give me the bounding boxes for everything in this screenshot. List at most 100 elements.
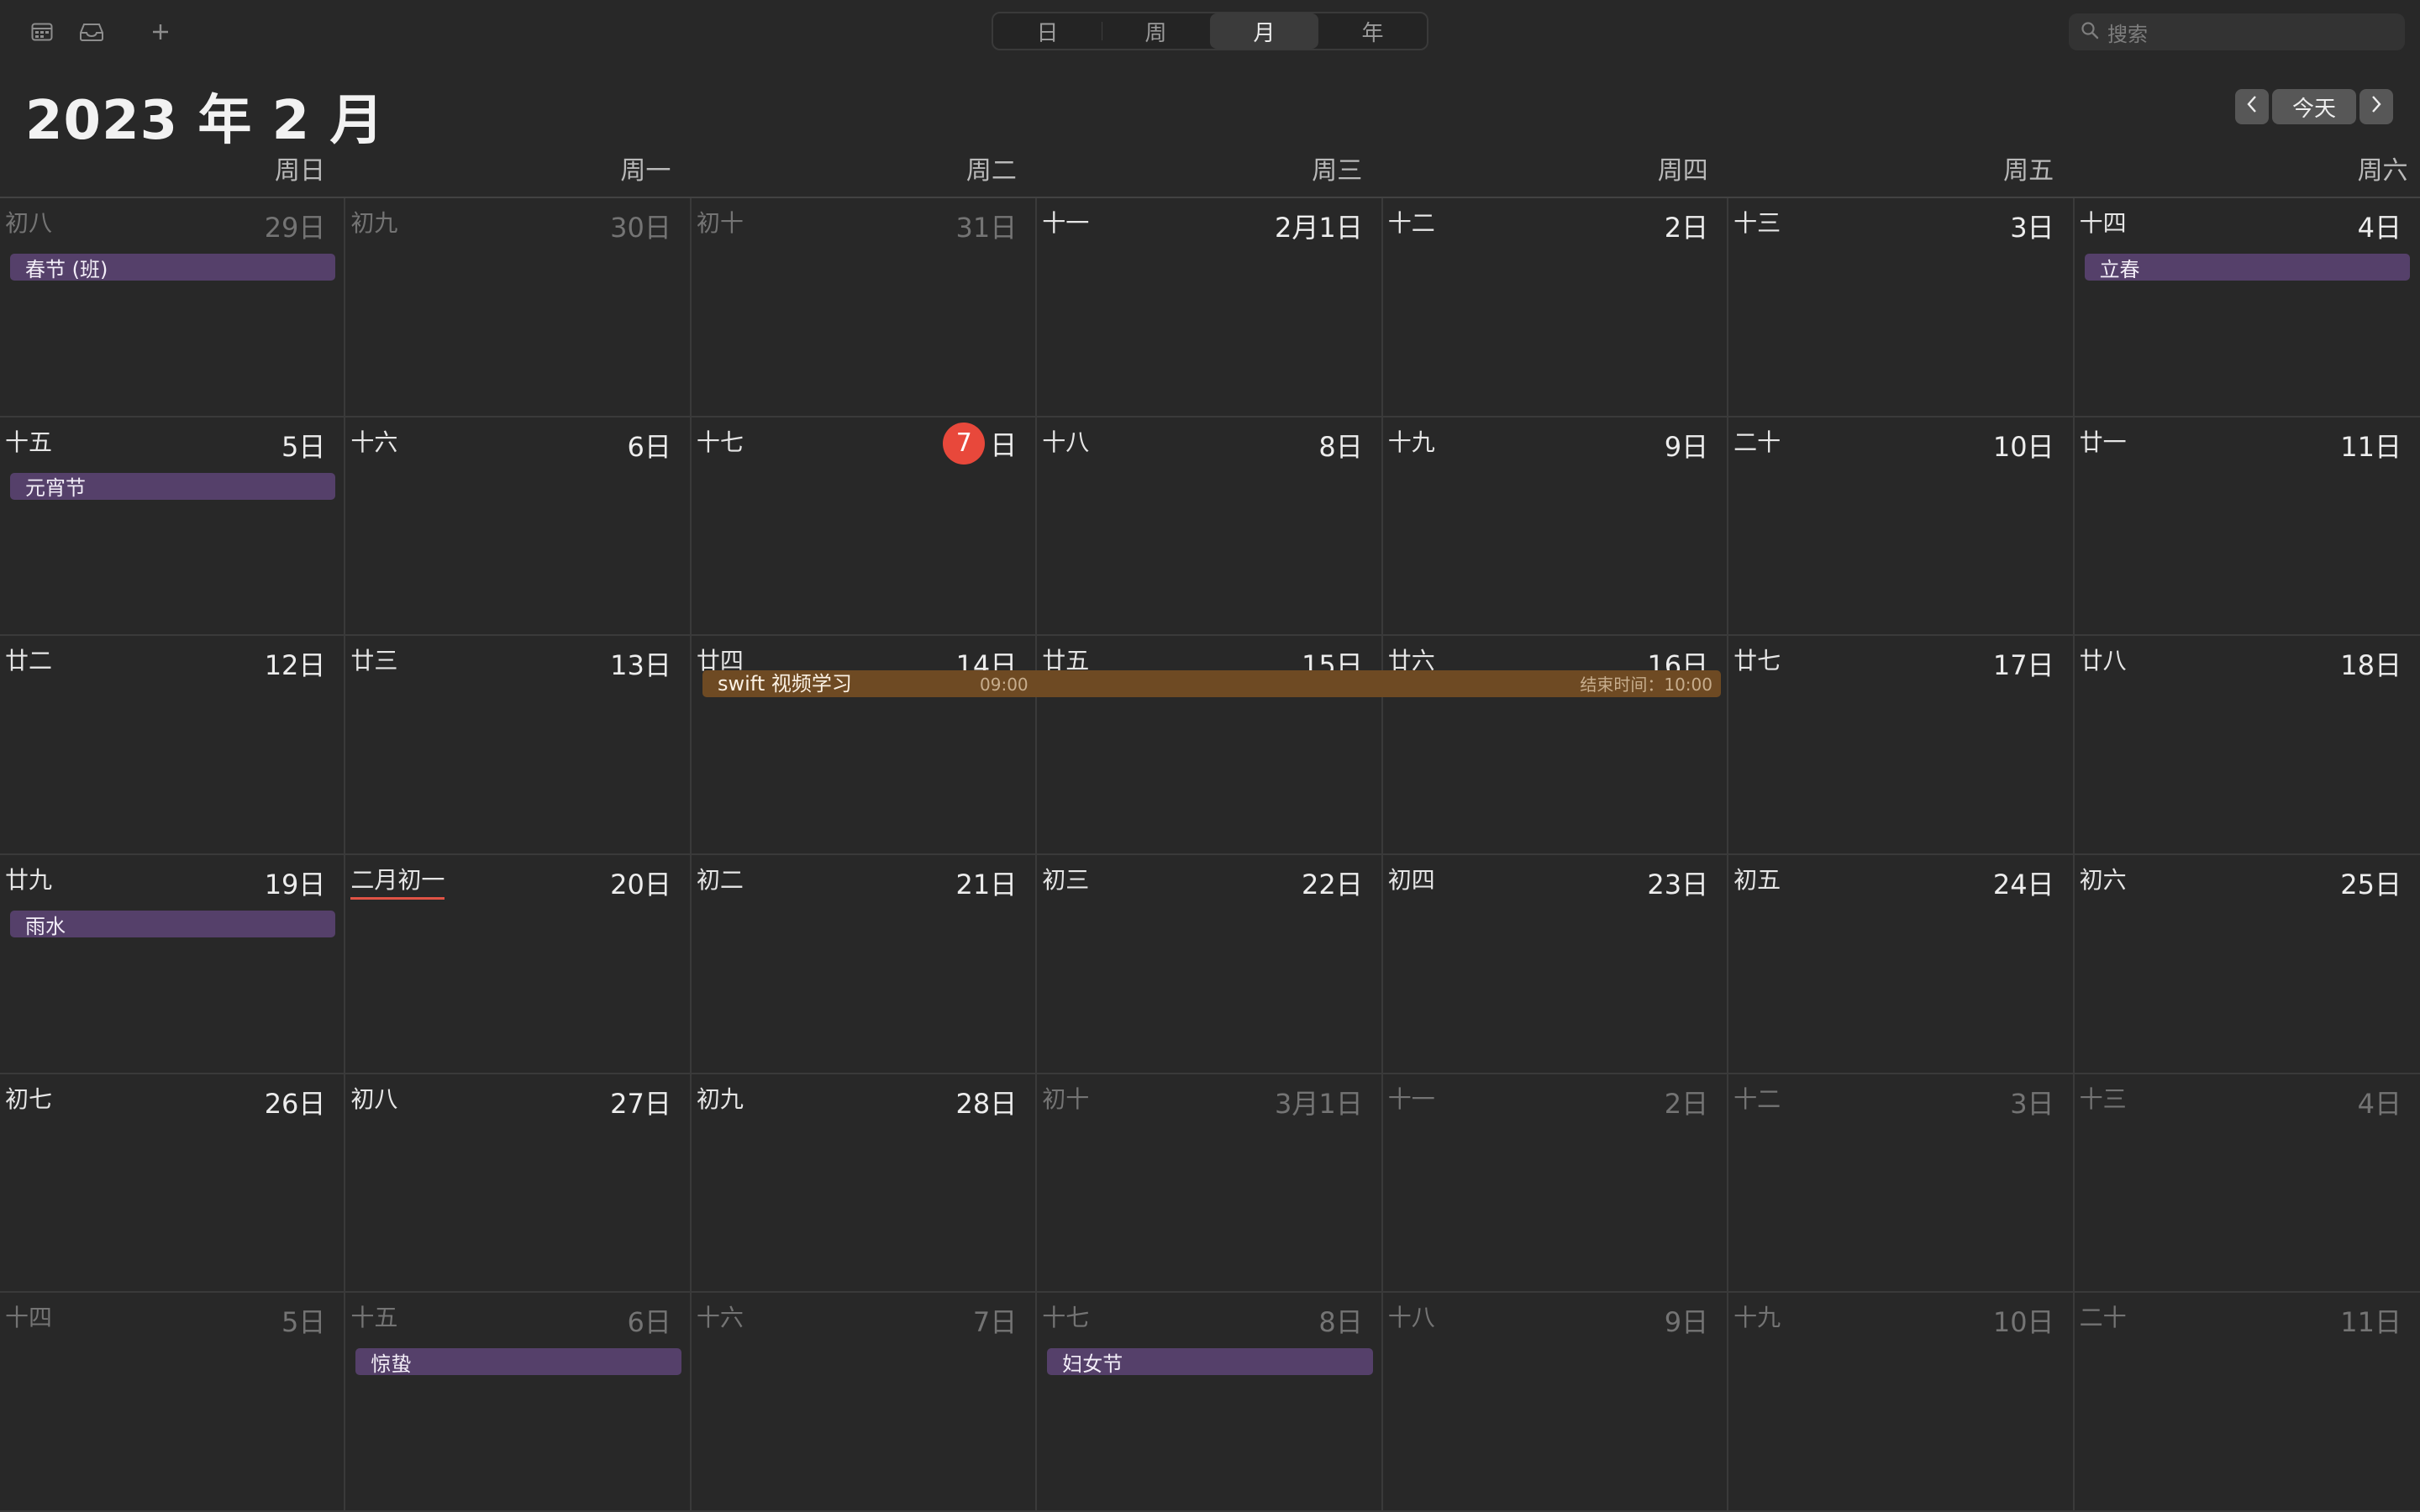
day-cell[interactable]: 初十 3月1日 bbox=[1037, 1074, 1383, 1294]
calendar-list-icon[interactable] bbox=[27, 17, 57, 47]
day-cell[interactable]: 十四 4日 bbox=[2074, 198, 2420, 417]
day-number: 10日 bbox=[1992, 1306, 2054, 1339]
day-cell[interactable]: 初十 31日 bbox=[691, 198, 1038, 417]
search-icon bbox=[2081, 21, 2099, 43]
day-number: 3日 bbox=[2010, 1087, 2054, 1120]
day-cell[interactable]: 十八 9日 bbox=[1382, 1293, 1729, 1512]
tab-year[interactable]: 年 bbox=[1318, 13, 1427, 49]
search-input[interactable]: 搜索 bbox=[2069, 13, 2405, 50]
plus-icon[interactable] bbox=[148, 17, 173, 47]
day-number: 6日 bbox=[627, 430, 671, 463]
day-cell[interactable]: 十二 2日 bbox=[1382, 198, 1729, 417]
holiday-lichun[interactable]: 立春 bbox=[2084, 254, 2410, 281]
day-cell[interactable]: 十三 4日 bbox=[2074, 1074, 2420, 1294]
lunar-date: 十一 bbox=[1387, 1084, 1435, 1113]
tab-day[interactable]: 日 bbox=[993, 13, 1102, 49]
day-cell[interactable]: 二月初一 20日 bbox=[345, 855, 692, 1074]
search-placeholder: 搜索 bbox=[2107, 22, 2148, 46]
day-cell[interactable]: 初四 23日 bbox=[1382, 855, 1729, 1074]
day-cell[interactable]: 初二 21日 bbox=[691, 855, 1038, 1074]
event-end-time: 结束时间：10:00 bbox=[1580, 675, 1712, 695]
day-cell[interactable]: 廿一 11日 bbox=[2074, 417, 2420, 637]
lunar-date: 十四 bbox=[2079, 209, 2127, 237]
lunar-date: 廿七 bbox=[1733, 647, 1781, 675]
day-number: 17日 bbox=[1992, 649, 2054, 682]
day-cell[interactable]: 初六 25日 bbox=[2074, 855, 2420, 1074]
day-cell[interactable]: 十三 3日 bbox=[1728, 198, 2075, 417]
lunar-date: 初九 bbox=[350, 209, 398, 237]
lunar-date: 十三 bbox=[2079, 1084, 2127, 1113]
day-number: 5日 bbox=[281, 430, 326, 463]
day-cell[interactable]: 初八 27日 bbox=[345, 1074, 692, 1294]
day-cell[interactable]: 十四 5日 bbox=[0, 1293, 346, 1512]
day-number: 29日 bbox=[264, 212, 326, 244]
lunar-date: 初五 bbox=[1733, 866, 1781, 894]
day-cell[interactable]: 十七 8日 bbox=[1037, 1293, 1383, 1512]
day-number: 5日 bbox=[281, 1306, 326, 1339]
day-cell[interactable]: 廿七 17日 bbox=[1728, 636, 2075, 855]
today-badge: 7 bbox=[943, 422, 986, 465]
view-segmented-control: 日 周 月 年 bbox=[992, 12, 1428, 50]
holiday-jingzhe[interactable]: 惊蛰 bbox=[355, 1348, 681, 1376]
today-button[interactable]: 今天 bbox=[2272, 89, 2356, 124]
holiday-yuanxiao[interactable]: 元宵节 bbox=[10, 472, 336, 500]
lunar-date: 初九 bbox=[696, 1084, 744, 1113]
day-cell[interactable]: 十七 7 日 bbox=[691, 417, 1038, 637]
day-number: 19日 bbox=[264, 869, 326, 900]
day-number: 2日 bbox=[1664, 1087, 1709, 1120]
inbox-icon[interactable] bbox=[76, 17, 108, 47]
weekday-label: 周六 bbox=[2357, 156, 2408, 186]
day-cell[interactable]: 初九 28日 bbox=[691, 1074, 1038, 1294]
lunar-date: 十五 bbox=[350, 1304, 398, 1332]
day-cell[interactable]: 十六 6日 bbox=[345, 417, 692, 637]
lunar-date: 十五 bbox=[5, 428, 53, 456]
day-cell[interactable]: 廿九 19日 bbox=[0, 855, 346, 1074]
day-cell[interactable]: 廿四 14日 bbox=[691, 636, 1038, 855]
lunar-date: 十九 bbox=[1733, 1304, 1781, 1332]
holiday-funv[interactable]: 妇女节 bbox=[1047, 1348, 1373, 1376]
day-cell[interactable]: 初九 30日 bbox=[345, 198, 692, 417]
day-cell[interactable]: 十五 5日 bbox=[0, 417, 346, 637]
lunar-date: 二月初一 bbox=[350, 862, 445, 900]
day-cell[interactable]: 廿二 12日 bbox=[0, 636, 346, 855]
month-navigation: 今天 bbox=[2235, 89, 2393, 124]
day-number: 21日 bbox=[955, 869, 1018, 900]
tab-week[interactable]: 周 bbox=[1102, 13, 1210, 49]
lunar-date: 廿三 bbox=[350, 647, 398, 675]
holiday-yushui[interactable]: 雨水 bbox=[10, 911, 336, 938]
day-number: 4日 bbox=[2357, 212, 2402, 244]
day-cell[interactable]: 十一 2月1日 bbox=[1037, 198, 1383, 417]
month-header: 2023 年 2 月 今天 周日 周一 周二 周三 周四 周五 周六 bbox=[0, 64, 2420, 198]
day-cell[interactable]: 十一 2日 bbox=[1382, 1074, 1729, 1294]
day-cell[interactable]: 二十 10日 bbox=[1728, 417, 2075, 637]
day-cell[interactable]: 十八 8日 bbox=[1037, 417, 1383, 637]
day-cell[interactable]: 十六 7日 bbox=[691, 1293, 1038, 1512]
day-cell[interactable]: 廿六 16日 bbox=[1382, 636, 1729, 855]
day-cell[interactable]: 二十 11日 bbox=[2074, 1293, 2420, 1512]
day-cell[interactable]: 十九 9日 bbox=[1382, 417, 1729, 637]
lunar-date: 十三 bbox=[1733, 209, 1781, 237]
today-date: 7日 bbox=[943, 422, 1017, 465]
day-cell[interactable]: 十九 10日 bbox=[1728, 1293, 2075, 1512]
day-number: 8日 bbox=[1318, 1306, 1363, 1339]
day-number: 12日 bbox=[264, 649, 326, 682]
lunar-date: 十四 bbox=[5, 1304, 53, 1332]
tab-month[interactable]: 月 bbox=[1210, 13, 1318, 49]
lunar-date: 廿一 bbox=[2079, 428, 2127, 456]
timed-event-swift[interactable]: swift 视频学习 09:00 结束时间：10:00 bbox=[702, 670, 1721, 697]
day-cell[interactable]: 廿三 13日 bbox=[345, 636, 692, 855]
holiday-chunjie[interactable]: 春节 (班) bbox=[10, 254, 336, 281]
day-cell[interactable]: 廿五 15日 bbox=[1037, 636, 1383, 855]
lunar-date: 初八 bbox=[5, 209, 53, 237]
day-cell[interactable]: 廿八 18日 bbox=[2074, 636, 2420, 855]
day-cell[interactable]: 初八 29日 bbox=[0, 198, 346, 417]
day-cell[interactable]: 十五 6日 bbox=[345, 1293, 692, 1512]
chevron-right-icon bbox=[2370, 94, 2382, 119]
day-cell[interactable]: 初五 24日 bbox=[1728, 855, 2075, 1074]
day-cell[interactable]: 初七 26日 bbox=[0, 1074, 346, 1294]
day-cell[interactable]: 十二 3日 bbox=[1728, 1074, 2075, 1294]
day-cell[interactable]: 初三 22日 bbox=[1037, 855, 1383, 1074]
next-month-button[interactable] bbox=[2360, 89, 2393, 124]
weekday-label: 周日 bbox=[275, 156, 325, 186]
prev-month-button[interactable] bbox=[2235, 89, 2269, 124]
